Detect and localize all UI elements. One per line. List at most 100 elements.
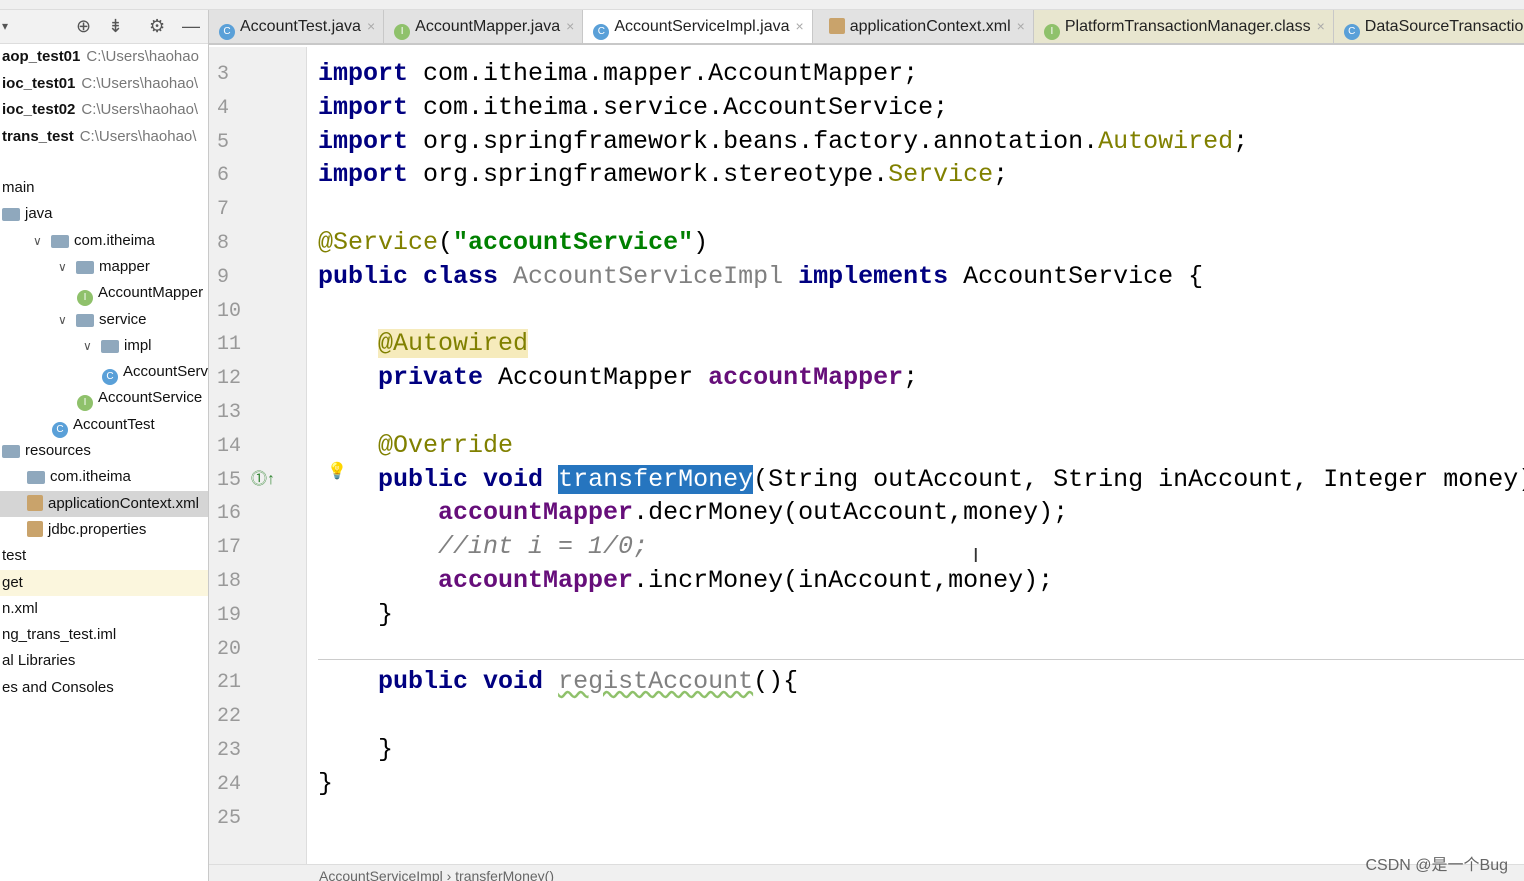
code-line[interactable]: public void transferMoney(String outAcco… xyxy=(318,463,1524,497)
code-token: transferMoney xyxy=(558,464,754,494)
tab-accountserviceimpl-java[interactable]: C AccountServiceImpl.java × xyxy=(583,10,813,43)
tree-item[interactable]: ng_trans_test.iml xyxy=(2,622,116,648)
code-token: AccountMapper xyxy=(483,363,709,393)
tree-item-label: ng_trans_test.iml xyxy=(2,626,117,644)
tree-item-label: get xyxy=(2,573,23,591)
tree-item[interactable]: I AccountMapper xyxy=(77,280,203,307)
code-token: private xyxy=(378,363,484,393)
tab-accounttest-java[interactable]: C AccountTest.java × xyxy=(209,10,385,43)
code-line[interactable]: import com.itheima.mapper.AccountMapper; xyxy=(318,57,918,91)
tree-item-label: n.xml xyxy=(2,599,38,617)
expand-arrow-icon[interactable]: ∨ xyxy=(58,254,76,280)
editor-tabs: C AccountTest.java × I AccountMapper.java × C A… xyxy=(209,10,1524,45)
code-line[interactable]: } xyxy=(318,598,393,632)
code-line[interactable]: private AccountMapper accountMapper; xyxy=(318,361,918,395)
tree-item[interactable]: test xyxy=(2,543,26,569)
properties-icon xyxy=(27,520,43,537)
tree-item[interactable]: jdbc.properties xyxy=(27,517,146,543)
locate-icon[interactable]: ⊕ xyxy=(76,16,91,37)
tab-label: DataSourceTransactionManager.class xyxy=(1364,18,1524,35)
tree-item[interactable]: get xyxy=(0,569,208,596)
line-number: 5 xyxy=(217,130,230,154)
dropdown-icon[interactable]: ▾ xyxy=(2,19,8,33)
tab-platformtransactionmanager-class[interactable]: I PlatformTransactionManager.class × xyxy=(1033,10,1334,43)
close-icon[interactable]: × xyxy=(796,18,804,34)
folder-icon xyxy=(2,445,20,458)
code-line[interactable]: @Override xyxy=(318,429,513,463)
code-line[interactable]: //int i = 1/0; xyxy=(318,530,648,564)
expand-arrow-icon[interactable]: ∨ xyxy=(33,228,51,254)
close-icon[interactable]: × xyxy=(367,18,375,34)
code-line[interactable]: public void registAccount(){ xyxy=(318,665,798,699)
tree-item[interactable]: ∨ impl xyxy=(83,333,152,359)
tree-item[interactable]: C AccountServiceImpl xyxy=(102,359,208,386)
tree-item-label: com.itheima xyxy=(50,468,131,486)
tree-item[interactable]: ∨ mapper xyxy=(58,254,150,280)
code-token: ; xyxy=(1233,126,1249,156)
tree-item[interactable]: com.itheima xyxy=(27,464,131,490)
close-icon[interactable]: × xyxy=(566,18,574,34)
line-number: 16 xyxy=(217,502,242,526)
tree-item[interactable]: ∨ com.itheima xyxy=(33,228,155,254)
interface-icon: I xyxy=(1043,24,1060,40)
breadcrumb-method[interactable]: transferMoney() xyxy=(455,868,554,881)
tree-item[interactable]: ∨ service xyxy=(58,307,147,333)
project-item[interactable]: trans_test C:\Users\haohao\ xyxy=(2,124,196,150)
project-item[interactable]: ioc_test02 C:\Users\haohao\ xyxy=(2,97,198,123)
code-line[interactable]: import org.springframework.beans.factory… xyxy=(318,125,1248,159)
code-line[interactable]: @Service("accountService") xyxy=(318,226,708,260)
project-sidebar: ▾ ⊕ ⇟ ⚙ — aop_test01 C:\Users\haohao ioc_t… xyxy=(0,10,209,881)
code-line[interactable]: import com.itheima.service.AccountServic… xyxy=(318,91,948,125)
line-number: 24 xyxy=(217,772,242,796)
project-path: C:\Users\haohao\ xyxy=(79,127,197,145)
project-item[interactable]: aop_test01 C:\Users\haohao xyxy=(2,44,199,70)
code-line[interactable]: } xyxy=(318,767,333,801)
tree-item[interactable]: C AccountTest xyxy=(52,412,155,438)
implements-method-icon[interactable]: ⓵↑ xyxy=(251,465,275,489)
code-line[interactable]: accountMapper.decrMoney(outAccount,money… xyxy=(318,496,1068,530)
close-icon[interactable]: × xyxy=(1017,18,1025,34)
interface-icon: I xyxy=(394,24,411,40)
tree-item[interactable]: n.xml xyxy=(2,596,38,622)
code-token: } xyxy=(318,599,394,629)
tree-item-label: al Libraries xyxy=(2,652,76,670)
lightbulb-icon[interactable]: 💡 xyxy=(327,461,347,481)
code-token: import xyxy=(318,59,409,88)
code-editor[interactable]: 3 4 5 6 7 8 9 10 11 12 13 14 15 16 17 18 19 20 21 22 23 24 25 … xyxy=(209,47,1524,864)
tab-accountmapper-java[interactable]: I AccountMapper.java × xyxy=(384,10,584,43)
breadcrumb-class[interactable]: AccountServiceImpl xyxy=(319,868,443,881)
close-icon[interactable]: × xyxy=(1317,18,1325,34)
tree-item[interactable]: I AccountService xyxy=(77,385,202,412)
folder-icon xyxy=(76,313,94,327)
tree-item[interactable]: resources xyxy=(2,438,91,464)
tab-applicationcontext-xml[interactable]: applicationContext.xml × xyxy=(812,10,1034,43)
minimize-icon[interactable]: — xyxy=(182,16,200,37)
expand-arrow-icon[interactable]: ∨ xyxy=(83,333,101,359)
code-line[interactable]: public class AccountServiceImpl implemen… xyxy=(318,260,1203,294)
code-token: } xyxy=(318,768,334,798)
project-path: C:\Users\haohao xyxy=(86,48,199,65)
code-line[interactable]: import org.springframework.stereotype.Se… xyxy=(318,158,1008,192)
tree-item[interactable]: es and Consoles xyxy=(2,675,114,701)
tree-item[interactable]: al Libraries xyxy=(2,648,75,674)
tab-label: AccountTest.java xyxy=(240,18,361,35)
tree-item[interactable]: main xyxy=(2,175,35,201)
tree-item-label: AccountTest xyxy=(73,415,155,433)
code-line[interactable]: accountMapper.incrMoney(inAccount,money)… xyxy=(318,564,1053,598)
code-line[interactable]: } xyxy=(318,733,393,767)
collapse-icon[interactable]: ⇟ xyxy=(108,16,123,37)
code-token: registAccount xyxy=(558,667,754,697)
code-line[interactable]: @Autowired xyxy=(318,327,529,361)
tree-item[interactable]: java xyxy=(2,201,53,227)
project-item[interactable]: ioc_test01 C:\Users\haohao\ xyxy=(2,71,198,97)
gear-icon[interactable]: ⚙ xyxy=(149,16,165,37)
code-token: accountMapper xyxy=(438,498,634,528)
tree-item-label: main xyxy=(2,179,35,196)
method-separator xyxy=(318,659,1524,660)
code-token: com.itheima.mapper.AccountMapper; xyxy=(408,59,919,88)
tab-datasourcetransactionmanager-class[interactable]: CDataSourceTransactionManager.class xyxy=(1333,10,1524,43)
tree-item[interactable]: applicationContext.xml xyxy=(0,490,208,517)
expand-arrow-icon[interactable]: ∨ xyxy=(58,307,76,333)
